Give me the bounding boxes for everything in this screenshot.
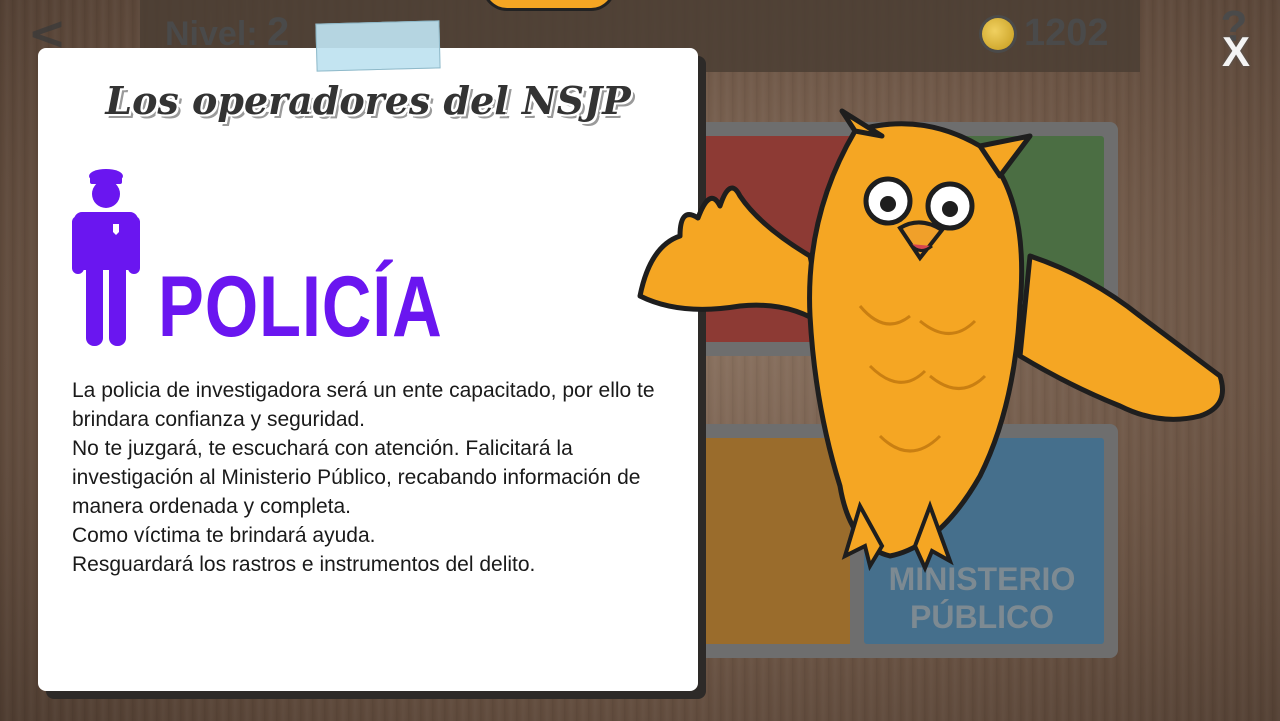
description-line: Resguardará los rastros e instrumentos d…	[72, 553, 536, 576]
description-line: No te juzgará, te escuchará con atención…	[72, 437, 641, 518]
role-name: POLICÍA	[158, 259, 443, 355]
role-description: La policia de investigadora será un ente…	[72, 376, 682, 579]
coin-count: 1202	[1024, 12, 1109, 54]
info-modal	[38, 48, 698, 691]
owl-mascot	[637, 108, 1225, 574]
description-line: La policia de investigadora será un ente…	[72, 379, 655, 431]
close-button[interactable]: X	[1214, 28, 1258, 75]
tape-decoration	[315, 20, 441, 72]
coin-icon	[982, 18, 1014, 50]
police-officer-icon	[72, 169, 140, 346]
description-line: Como víctima te brindará ayuda.	[72, 524, 376, 547]
owl-feet-decoration	[482, 0, 616, 11]
